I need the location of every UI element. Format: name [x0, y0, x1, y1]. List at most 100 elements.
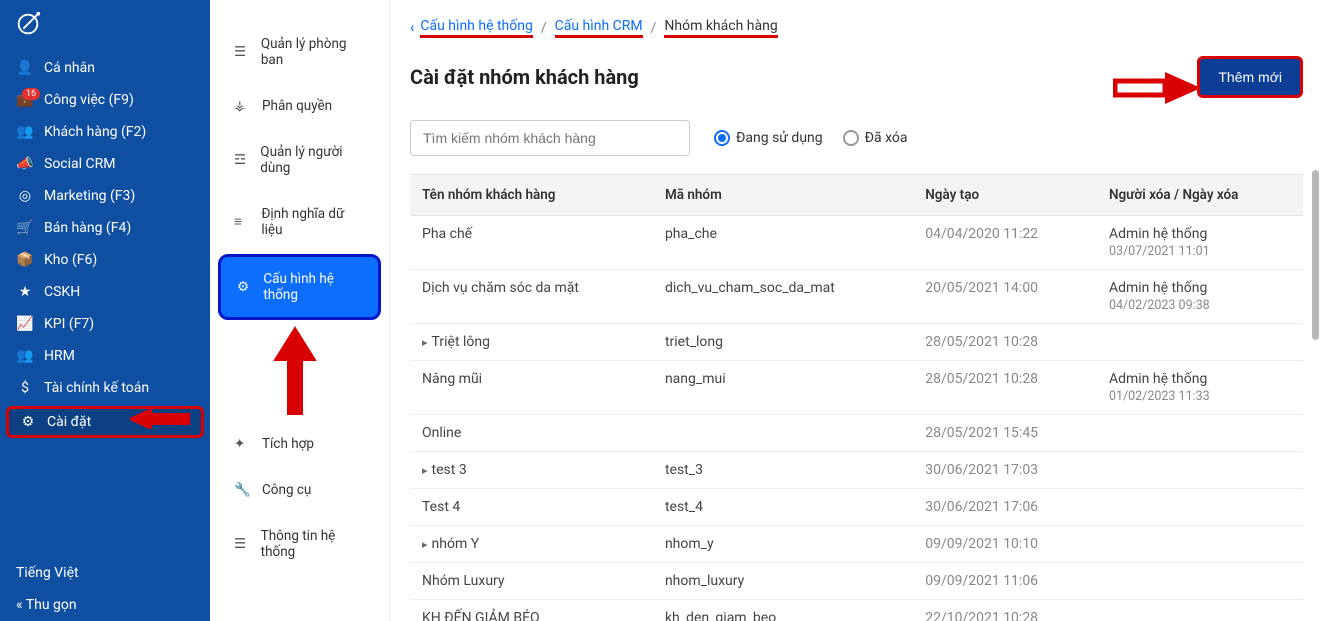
cell-code: pha_che: [653, 216, 913, 270]
cart-icon: 🛒: [16, 220, 34, 236]
settings-label: Tích hợp: [262, 436, 314, 452]
nav-item-10[interactable]: $Tài chính kế toán: [0, 372, 210, 404]
cell-name: Nhóm Luxury: [410, 563, 653, 600]
nav-label: Cá nhân: [44, 60, 95, 76]
settings-label: Cấu hình hệ thống: [263, 271, 362, 303]
radio-deleted[interactable]: Đã xóa: [843, 130, 908, 146]
cell-code: dich_vu_cham_soc_da_mat: [653, 270, 913, 324]
breadcrumb-item-1[interactable]: Cấu hình CRM: [555, 18, 643, 38]
radio-using[interactable]: Đang sử dụng: [714, 130, 823, 146]
cell-deleted: [1097, 415, 1303, 452]
nav-label: KPI (F7): [44, 316, 94, 332]
cell-created: 30/06/2021 17:03: [913, 452, 1097, 489]
nav-item-5[interactable]: 🛒 Bán hàng (F4): [0, 212, 210, 244]
settings-label: Định nghĩa dữ liệu: [261, 206, 365, 238]
settings-item-6[interactable]: 🔧Công cụ: [218, 468, 381, 512]
cell-name: Nâng mũi: [410, 361, 653, 415]
settings-label: Thông tin hệ thống: [261, 528, 365, 560]
cell-created: 04/04/2020 11:22: [913, 216, 1097, 270]
table-row[interactable]: Pha chếpha_che04/04/2020 11:22Admin hệ t…: [410, 216, 1303, 270]
users-icon: 👥: [16, 124, 34, 140]
list-icon: ≡: [234, 214, 251, 230]
col-header-0[interactable]: Tên nhóm khách hàng: [410, 175, 653, 216]
col-header-2[interactable]: Ngày tạo: [913, 175, 1097, 216]
cell-deleted: Admin hệ thống04/02/2023 09:38: [1097, 270, 1303, 324]
nav-badge: 16: [22, 88, 40, 100]
cell-name: KH ĐẾN GIẢM BÉO: [410, 600, 653, 621]
target-icon: ◎: [16, 188, 34, 204]
expand-caret-icon[interactable]: [422, 462, 432, 478]
settings-item-3[interactable]: ≡ Định nghĩa dữ liệu: [218, 192, 381, 252]
table-row[interactable]: Dịch vụ chăm sóc da mặtdich_vu_cham_soc_…: [410, 270, 1303, 324]
table-row[interactable]: KH ĐẾN GIẢM BÉOkh_den_giam_beo22/10/2021…: [410, 600, 1303, 621]
expand-caret-icon[interactable]: [422, 536, 432, 552]
radio-dot-on-icon: [714, 130, 730, 146]
cell-deleted: Admin hệ thống01/02/2023 11:33: [1097, 361, 1303, 415]
cell-name: Test 4: [410, 489, 653, 526]
breadcrumb-back-icon[interactable]: ‹: [410, 20, 414, 36]
nav-label: Bán hàng (F4): [44, 220, 131, 236]
nav-item-7[interactable]: ★ CSKH: [0, 276, 210, 308]
nav-item-4[interactable]: ◎ Marketing (F3): [0, 180, 210, 212]
settings-item-7[interactable]: ☰Thông tin hệ thống: [218, 514, 381, 574]
cell-code: test_3: [653, 452, 913, 489]
nav-item-6[interactable]: 📦Kho (F6): [0, 244, 210, 276]
table-row[interactable]: Test 4test_430/06/2021 17:06: [410, 489, 1303, 526]
cell-code: [653, 415, 913, 452]
settings-item-2[interactable]: ☲ Quản lý người dùng: [218, 130, 381, 190]
language-selector[interactable]: Tiếng Việt: [0, 557, 210, 589]
table-row[interactable]: Triệt lôngtriet_long28/05/2021 10:28: [410, 324, 1303, 361]
nav-item-8[interactable]: 📈KPI (F7): [0, 308, 210, 340]
nav-item-1[interactable]: 💼Công việc (F9)16: [0, 84, 210, 116]
cell-created: 09/09/2021 11:06: [913, 563, 1097, 600]
table-row[interactable]: test 3test_330/06/2021 17:03: [410, 452, 1303, 489]
nav-item-0[interactable]: 👤Cá nhân: [0, 52, 210, 84]
nav-label: Công việc (F9): [44, 92, 134, 108]
settings-item-5[interactable]: ✦ Tích hợp: [218, 422, 381, 466]
cell-created: 09/09/2021 10:10: [913, 526, 1097, 563]
wrench-icon: 🔧: [234, 482, 252, 498]
add-new-button[interactable]: Thêm mới: [1197, 56, 1303, 98]
settings-item-4[interactable]: ⚙Cấu hình hệ thống: [218, 254, 381, 320]
cell-created: 30/06/2021 17:06: [913, 489, 1097, 526]
sidebar-footer: Tiếng Việt « Thu gọn: [0, 557, 210, 621]
col-header-1[interactable]: Mã nhóm: [653, 175, 913, 216]
cell-deleted: Admin hệ thống03/07/2021 11:01: [1097, 216, 1303, 270]
cell-created: 20/05/2021 14:00: [913, 270, 1097, 324]
cell-code: nhom_luxury: [653, 563, 913, 600]
collapse-label: Thu gọn: [26, 597, 77, 613]
cell-code: triet_long: [653, 324, 913, 361]
cell-name: Online: [410, 415, 653, 452]
breadcrumb-item-0[interactable]: Cấu hình hệ thống: [420, 18, 533, 38]
primary-sidebar: 👤Cá nhân💼Công việc (F9)16👥Khách hàng (F2…: [0, 0, 210, 621]
expand-caret-icon[interactable]: [422, 334, 432, 350]
customer-group-table: Tên nhóm khách hàngMã nhómNgày tạoNgười …: [410, 174, 1303, 621]
cell-name: Triệt lông: [410, 324, 653, 361]
nav-label: Marketing (F3): [44, 188, 135, 204]
scrollbar-thumb[interactable]: [1312, 170, 1319, 340]
table-row[interactable]: Nâng mũinang_mui28/05/2021 10:28Admin hệ…: [410, 361, 1303, 415]
nav-label: HRM: [44, 348, 75, 364]
cell-deleted: [1097, 452, 1303, 489]
nav-item-9[interactable]: 👥HRM: [0, 340, 210, 372]
settings-item-0[interactable]: ☰Quản lý phòng ban: [218, 22, 381, 82]
star-icon: ★: [16, 284, 34, 300]
collapse-sidebar[interactable]: « Thu gọn: [0, 589, 210, 621]
nav-label: CSKH: [44, 284, 80, 300]
table-row[interactable]: nhóm Ynhom_y09/09/2021 10:10: [410, 526, 1303, 563]
nav-item-11[interactable]: ⚙Cài đặt: [6, 406, 204, 438]
page-title: Cài đặt nhóm khách hàng: [410, 65, 639, 89]
breadcrumb-item-2[interactable]: Nhóm khách hàng: [664, 18, 777, 38]
search-input[interactable]: [410, 120, 690, 156]
nav-item-2[interactable]: 👥Khách hàng (F2): [0, 116, 210, 148]
settings-item-1[interactable]: ⚶Phân quyền: [218, 84, 381, 128]
puzzle-icon: ✦: [234, 436, 252, 452]
nav-item-3[interactable]: 📣Social CRM: [0, 148, 210, 180]
nav-label: Social CRM: [44, 156, 115, 172]
table-row[interactable]: Online28/05/2021 15:45: [410, 415, 1303, 452]
settings-label: Quản lý người dùng: [260, 144, 365, 176]
id-icon: ☲: [234, 152, 250, 168]
cell-deleted: [1097, 600, 1303, 621]
table-row[interactable]: Nhóm Luxurynhom_luxury09/09/2021 11:06: [410, 563, 1303, 600]
col-header-3[interactable]: Người xóa / Ngày xóa: [1097, 175, 1303, 216]
